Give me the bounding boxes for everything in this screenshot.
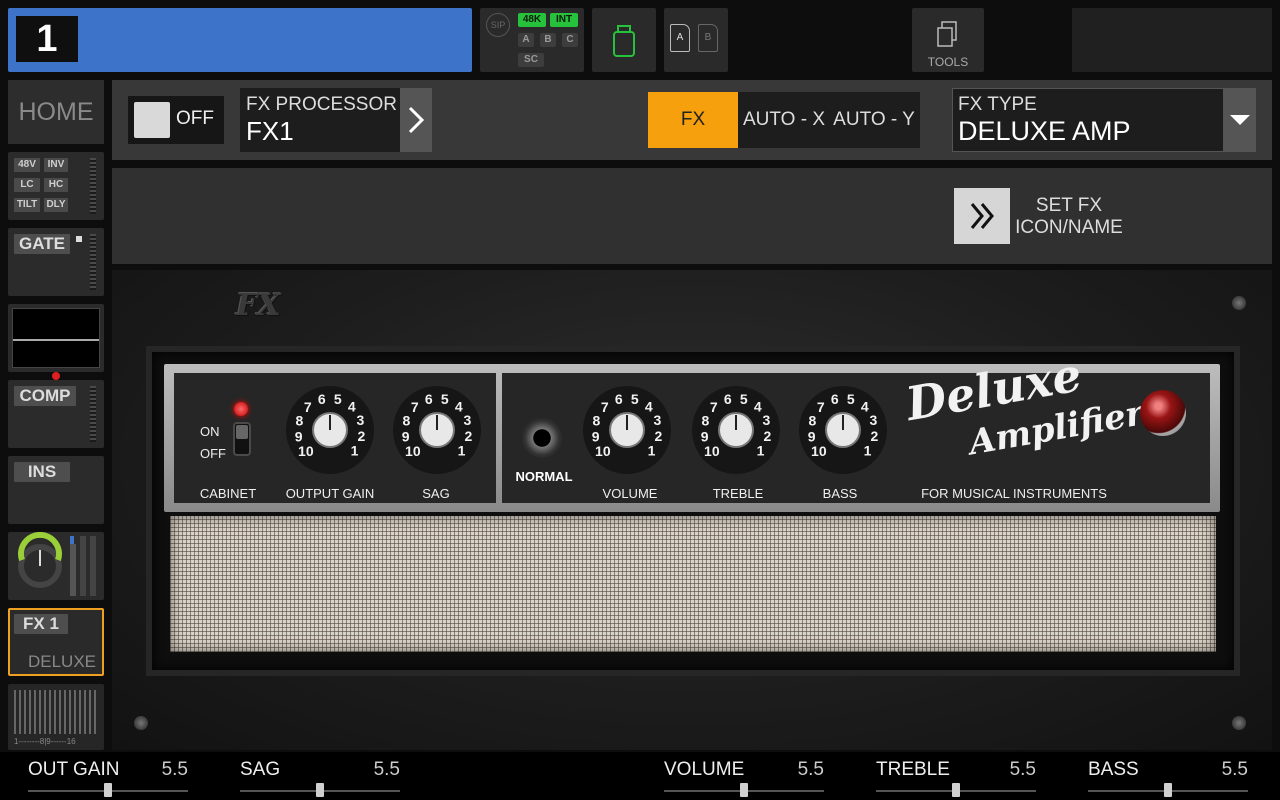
dial-number: 1 [757,443,765,459]
dial-number: 1 [351,443,359,459]
dial-number: 3 [654,412,662,428]
dial-number: 8 [808,413,816,429]
dial-number: 3 [763,412,771,428]
param-value: 5.5 [1009,759,1036,780]
dial-number: 10 [595,443,611,459]
output-gain-label: OUTPUT GAIN [285,486,375,501]
dial-number: 4 [348,399,356,415]
param-name: OUT GAIN [28,759,120,780]
bass-knob[interactable]: 12345678910 [799,386,887,474]
param-slider-thumb[interactable] [104,783,112,797]
dial-number: 2 [465,428,473,444]
dial-number: 10 [405,443,421,459]
bass-label: BASS [822,486,858,501]
dial-number: 6 [318,391,326,407]
dial-number: 8 [295,413,303,429]
param-name: VOLUME [664,759,745,780]
dial-number: 7 [817,399,825,415]
param-slider-thumb[interactable] [316,783,324,797]
dial-number: 4 [455,399,463,415]
speaker-grille [170,516,1216,652]
dial-number: 7 [710,399,718,415]
pilot-jewel-light [1140,390,1186,436]
dial-number: 2 [764,428,772,444]
dial-number: 3 [357,412,365,428]
dial-number: 6 [425,391,433,407]
param-value: 5.5 [797,759,824,780]
dial-number: 1 [648,443,656,459]
param-value: 5.5 [161,759,188,780]
dial-number: 6 [724,391,732,407]
dial-number: 7 [601,399,609,415]
dial-number: 8 [402,413,410,429]
dial-number: 4 [645,399,653,415]
param-slider-thumb[interactable] [1164,783,1172,797]
dial-number: 5 [740,391,748,407]
treble-knob[interactable]: 12345678910 [692,386,780,474]
volume-knob[interactable]: 12345678910 [583,386,671,474]
param-name: SAG [240,759,281,780]
dial-number: 2 [871,428,879,444]
dial-number: 5 [441,391,449,407]
param-name: TREBLE [876,759,950,780]
dial-number: 3 [464,412,472,428]
dial-number: 6 [831,391,839,407]
dial-number: 7 [411,399,419,415]
dial-number: 8 [592,413,600,429]
dial-number: 10 [298,443,314,459]
dial-number: 7 [304,399,312,415]
output-gain-knob[interactable]: 12345678910 [286,386,374,474]
dial-number: 4 [861,399,869,415]
dial-number: 4 [754,399,762,415]
sag-knob[interactable]: 12345678910 [393,386,481,474]
dial-number: 10 [811,443,827,459]
param-slider-thumb[interactable] [740,783,748,797]
dial-number: 1 [458,443,466,459]
dial-number: 6 [615,391,623,407]
normal-input-label: NORMAL [515,469,573,484]
dial-number: 8 [701,413,709,429]
param-name: BASS [1088,759,1139,780]
input-jack [522,418,562,458]
dial-number: 5 [334,391,342,407]
dial-number: 1 [864,443,872,459]
amp-knobs: 12345678910 12345678910 12345678910 1234567… [286,386,887,474]
dial-number: 10 [704,443,720,459]
dial-number: 2 [655,428,663,444]
dial-number: 5 [847,391,855,407]
sag-label: SAG [422,486,450,501]
param-value: 5.5 [1221,759,1248,780]
param-slider-thumb[interactable] [952,783,960,797]
param-value: 5.5 [373,759,400,780]
brand-tagline: FOR MUSICAL INSTRUMENTS [921,486,1107,501]
volume-label: VOLUME [602,486,658,501]
dial-number: 5 [631,391,639,407]
dial-number: 3 [870,412,878,428]
dial-number: 2 [358,428,366,444]
